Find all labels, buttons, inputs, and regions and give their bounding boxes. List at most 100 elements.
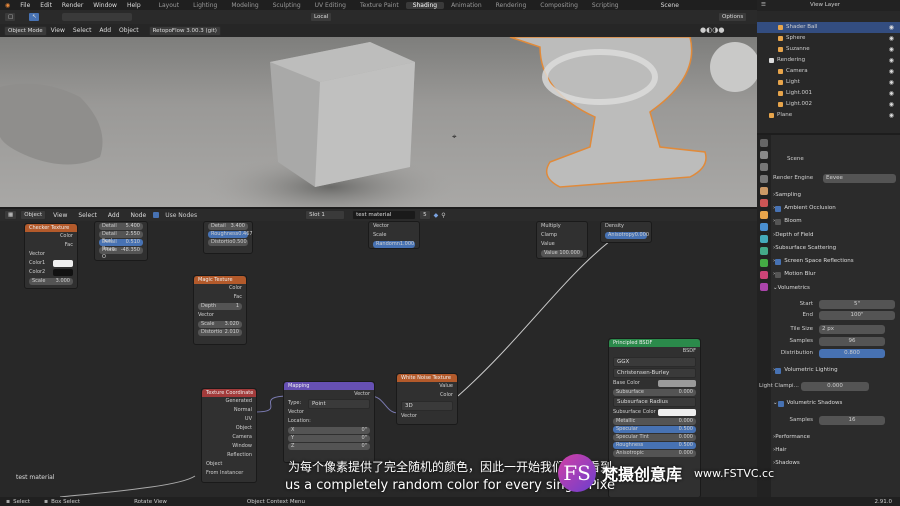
roughness-field[interactable]: Roughness 0.467 (208, 231, 253, 238)
object-tab-icon[interactable] (760, 211, 768, 219)
dimensions-dropdown[interactable]: 3D (401, 401, 453, 411)
section-volumetric-lighting[interactable]: › Volumetric Lighting (773, 365, 898, 376)
magic-texture-node[interactable]: Magic Texture Color Fac Depth 1 Vector Sc… (193, 275, 247, 345)
menu-file[interactable]: File (15, 2, 35, 9)
clamp-checkbox[interactable]: Clamp (537, 231, 587, 240)
menu-window[interactable]: Window (88, 2, 122, 9)
options-dropdown[interactable]: Options (718, 12, 748, 22)
subsurface-method-dropdown[interactable]: Christensen-Burley (613, 368, 696, 378)
3d-viewport[interactable]: ⌖ (0, 37, 757, 207)
noise-texture-node[interactable]: Detail 5.400 Detail Scal 2.550 Detail Roug… (94, 221, 148, 261)
section-hair[interactable]: › Hair (773, 445, 898, 456)
view-layer-tab-icon[interactable] (760, 175, 768, 183)
node-menu-add[interactable]: Add (104, 212, 124, 219)
node-editor-type-icon[interactable]: ▦ (4, 210, 18, 220)
shader-type-dropdown[interactable]: Object (20, 210, 47, 220)
subsurface-field[interactable]: Subsurface 0.000 (613, 389, 696, 396)
material-name-field[interactable]: test material (352, 210, 417, 220)
use-nodes-checkbox[interactable] (153, 212, 160, 218)
white-noise-texture-node[interactable]: White Noise Texture Value Color 3D Vecto… (396, 373, 458, 425)
scale-field[interactable]: Scale 3.020 (198, 321, 242, 328)
outliner-row[interactable]: Light ◉ (757, 77, 900, 88)
section-volumetric-shadows[interactable]: ⌄ Volumetric Shadows (773, 398, 898, 409)
section-screen-space-reflections[interactable]: › Screen Space Reflections (773, 256, 898, 267)
tab-layout[interactable]: Layout (152, 2, 186, 9)
randomness-field[interactable]: Randomn 1.000 (373, 241, 415, 248)
section-motion-blur[interactable]: › Motion Blur (773, 269, 898, 280)
voronoi-texture-node[interactable]: Detail 3.400 Roughness 0.467 Distortio 0.50… (203, 221, 253, 254)
select-tool-icon[interactable]: ↖ (28, 12, 40, 22)
section-sampling[interactable]: › Sampling (773, 190, 898, 201)
anisotropy-field[interactable]: Anisotropy 0.000 (605, 232, 649, 239)
render-tab-icon[interactable] (760, 151, 768, 159)
tab-uv-editing[interactable]: UV Editing (308, 2, 353, 9)
checker-texture-node[interactable]: Checker Texture Color Fac Vector Color1 … (24, 223, 78, 289)
location-y-field[interactable]: Y 0" (288, 435, 370, 442)
base-color-row[interactable]: Base Color (609, 379, 700, 388)
location-z-field[interactable]: Z 0" (288, 443, 370, 450)
outliner-row[interactable]: Suzanne ◉ (757, 44, 900, 55)
mode-dropdown[interactable]: Object Mode (4, 25, 47, 36)
shadow-samples-field[interactable]: 16 (819, 416, 885, 425)
scene-tab-icon[interactable] (760, 187, 768, 195)
visibility-eye-icon[interactable]: ◉ (889, 33, 894, 44)
value-field[interactable]: Value 100.000 (541, 250, 583, 257)
outliner-row[interactable]: Rendering ◉ (757, 55, 900, 66)
node-menu-select[interactable]: Select (74, 212, 101, 219)
visibility-eye-icon[interactable]: ◉ (889, 55, 894, 66)
visibility-eye-icon[interactable]: ◉ (889, 22, 894, 33)
distribution-dropdown[interactable]: GGX (613, 357, 696, 367)
viewport-menu-object[interactable]: Object (115, 27, 143, 34)
render-engine-dropdown[interactable]: Eevee (823, 174, 896, 183)
material-users-count[interactable]: 5 (419, 210, 431, 220)
distortion-field[interactable]: Distortio 2.010 (198, 329, 242, 336)
mapping-node[interactable]: Mapping Vector Type: Point Vector Locatio… (283, 381, 375, 463)
data-tab-icon[interactable] (760, 259, 768, 267)
visibility-eye-icon[interactable]: ◉ (889, 66, 894, 77)
detail-scale-field[interactable]: Detail Scal 2.550 (99, 231, 143, 244)
detail-field[interactable]: Detail 5.400 (99, 223, 143, 230)
outliner-type-icon[interactable]: ☰ (761, 0, 766, 11)
shading-mode-icons[interactable]: ●◐◑● (700, 26, 724, 34)
retopoflow-button[interactable]: RetopoFlow 3.00.3 (git) (148, 25, 221, 36)
subsurface-color-row[interactable]: Subsurface Color (609, 408, 700, 417)
tool-tab-icon[interactable] (760, 139, 768, 147)
outliner-row[interactable]: Camera ◉ (757, 66, 900, 77)
visibility-eye-icon[interactable]: ◉ (889, 77, 894, 88)
section-depth-of-field[interactable]: › Depth of Field (773, 230, 898, 241)
location-x-field[interactable]: X 0" (288, 427, 370, 434)
tab-rendering[interactable]: Rendering (489, 2, 534, 9)
visibility-eye-icon[interactable]: ◉ (889, 99, 894, 110)
distribution-field[interactable]: 0.800 (819, 349, 885, 358)
specular-field[interactable]: Specular 0.500 (613, 426, 696, 433)
outliner-row[interactable]: Light.001 ◉ (757, 88, 900, 99)
tab-compositing[interactable]: Compositing (533, 2, 585, 9)
specular-tint-field[interactable]: Specular Tint 0.000 (613, 434, 696, 441)
output-tab-icon[interactable] (760, 163, 768, 171)
material-tab-icon[interactable] (760, 271, 768, 279)
scale-field[interactable]: Scale 3.000 (29, 278, 73, 285)
phase-offset-field[interactable]: Phase O -48.350 (99, 247, 143, 260)
detail-roughness-field[interactable]: Detail Roug 0.510 (99, 239, 143, 252)
depth-field[interactable]: Depth 1 (198, 303, 242, 310)
transform-orientation-dropdown[interactable]: Local (310, 12, 333, 22)
texture-tab-icon[interactable] (760, 283, 768, 291)
section-bloom[interactable]: › Bloom (773, 216, 898, 227)
start-field[interactable]: 5" (819, 300, 895, 309)
viewport-menu-view[interactable]: View (47, 27, 69, 34)
section-ambient-occlusion[interactable]: › Ambient Occlusion (773, 203, 898, 214)
visibility-eye-icon[interactable]: ◉ (889, 44, 894, 55)
light-clamp-field[interactable]: 0.000 (801, 382, 869, 391)
visibility-eye-icon[interactable]: ◉ (889, 110, 894, 121)
outliner-row[interactable]: Shader Ball ◉ (757, 22, 900, 33)
outliner-row-partial[interactable] (757, 11, 900, 22)
tab-texture-paint[interactable]: Texture Paint (353, 2, 406, 9)
world-tab-icon[interactable] (760, 199, 768, 207)
tab-shading[interactable]: Shading (405, 1, 445, 9)
blender-logo-icon[interactable]: ◉ (0, 2, 15, 9)
detail-field[interactable]: Detail 3.400 (208, 223, 248, 230)
tab-lighting[interactable]: Lighting (186, 2, 224, 9)
node-menu-node[interactable]: Node (127, 212, 151, 219)
section-volumetrics[interactable]: ⌄ Volumetrics (773, 283, 898, 294)
section-subsurface-scattering[interactable]: › Subsurface Scattering (773, 243, 898, 254)
